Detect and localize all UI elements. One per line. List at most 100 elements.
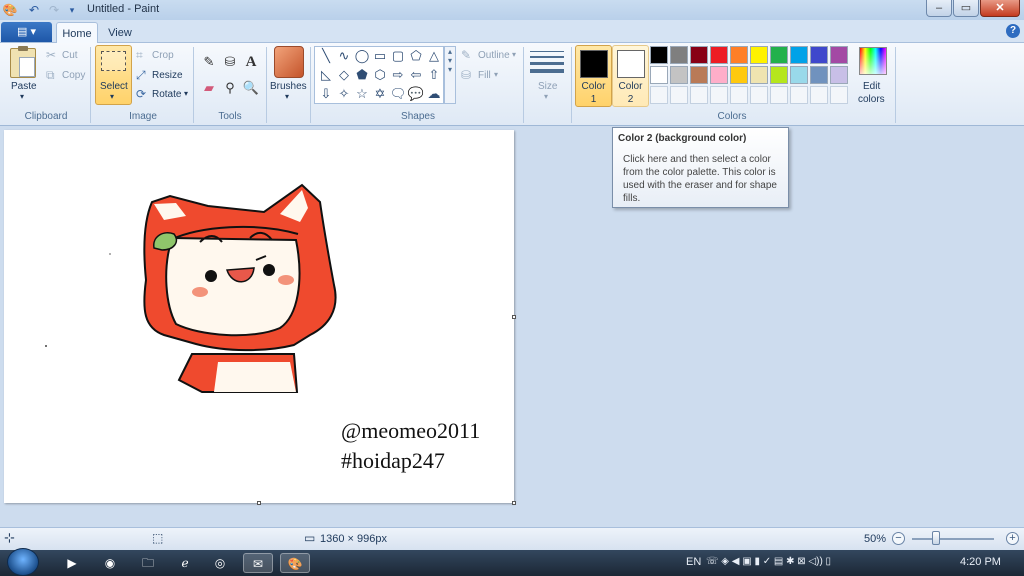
- paint-taskbar-icon[interactable]: 🎨: [280, 553, 310, 573]
- fill-bucket-icon[interactable]: ⛁: [221, 53, 239, 71]
- polygon-shape-icon[interactable]: ⬠: [407, 47, 425, 65]
- palette-swatch[interactable]: [730, 66, 748, 84]
- tab-view[interactable]: View: [102, 22, 138, 44]
- palette-swatch[interactable]: [710, 66, 728, 84]
- edit-colors-icon[interactable]: [859, 47, 887, 75]
- pencil-icon[interactable]: ✎: [200, 53, 218, 71]
- palette-empty-swatch[interactable]: [670, 86, 688, 104]
- palette-swatch[interactable]: [690, 46, 708, 64]
- palette-empty-swatch[interactable]: [770, 86, 788, 104]
- pentagon-shape-icon[interactable]: ⬟: [353, 66, 371, 84]
- palette-swatch[interactable]: [650, 46, 668, 64]
- palette-swatch[interactable]: [810, 66, 828, 84]
- rotate-button[interactable]: Rotate: [152, 89, 181, 100]
- tab-home[interactable]: Home: [56, 22, 98, 44]
- palette-empty-swatch[interactable]: [790, 86, 808, 104]
- clock[interactable]: 4:20 PM: [960, 556, 1001, 568]
- diamond-shape-icon[interactable]: ◇: [335, 66, 353, 84]
- size-icon[interactable]: [530, 47, 564, 77]
- color-picker-icon[interactable]: ⚲: [221, 79, 239, 97]
- zoom-in-button[interactable]: +: [1006, 532, 1019, 545]
- zalo-icon[interactable]: ✉: [243, 553, 273, 573]
- canvas-resize-handle-bottom[interactable]: [257, 501, 261, 505]
- help-icon[interactable]: ?: [1006, 24, 1020, 38]
- oval-callout-shape-icon[interactable]: 💬: [407, 85, 425, 103]
- palette-swatch[interactable]: [750, 46, 768, 64]
- curve-shape-icon[interactable]: ∿: [335, 47, 353, 65]
- tray-icons[interactable]: ☏ ◈ ◀ ▣ ▮ ✓ ▤ ✱ ⊠ ◁)) ▯: [706, 556, 831, 567]
- rounded-rectangle-shape-icon[interactable]: ▢: [389, 47, 407, 65]
- five-point-star-shape-icon[interactable]: ☆: [353, 85, 371, 103]
- redo-icon[interactable]: ↷: [46, 2, 62, 18]
- zoom-app-icon[interactable]: ◉: [95, 553, 125, 573]
- palette-swatch[interactable]: [750, 66, 768, 84]
- paint-app-icon[interactable]: 🎨: [2, 2, 18, 18]
- drawing-canvas[interactable]: @meomeo2011 #hoidap247: [4, 130, 514, 503]
- brushes-button[interactable]: Brushes: [270, 81, 307, 92]
- canvas-resize-handle-right[interactable]: [512, 315, 516, 319]
- outline-button[interactable]: Outline: [478, 50, 510, 61]
- crop-button[interactable]: Crop: [152, 50, 174, 61]
- palette-swatch[interactable]: [770, 66, 788, 84]
- quick-access-dropdown-icon[interactable]: ▾: [64, 2, 80, 18]
- select-dropdown-icon[interactable]: ▾: [110, 92, 114, 101]
- palette-swatch[interactable]: [830, 66, 848, 84]
- four-point-star-shape-icon[interactable]: ✧: [335, 85, 353, 103]
- right-triangle-shape-icon[interactable]: ◺: [317, 66, 335, 84]
- rotate-dropdown-icon[interactable]: ▾: [184, 89, 188, 98]
- maximize-button[interactable]: ▭: [953, 0, 979, 17]
- file-explorer-icon[interactable]: 🗀: [133, 553, 163, 573]
- paste-dropdown-icon[interactable]: ▾: [20, 92, 24, 101]
- canvas-resize-handle-corner[interactable]: [512, 501, 516, 505]
- chrome-icon[interactable]: ◎: [205, 553, 235, 573]
- start-button[interactable]: [7, 548, 39, 576]
- rectangle-shape-icon[interactable]: ▭: [371, 47, 389, 65]
- palette-empty-swatch[interactable]: [810, 86, 828, 104]
- palette-empty-swatch[interactable]: [730, 86, 748, 104]
- close-button[interactable]: ✕: [980, 0, 1020, 17]
- size-dropdown-icon[interactable]: ▾: [544, 92, 548, 101]
- size-button[interactable]: Size: [538, 81, 557, 92]
- resize-button[interactable]: Resize: [152, 70, 183, 81]
- line-shape-icon[interactable]: ╲: [317, 47, 335, 65]
- palette-swatch[interactable]: [710, 46, 728, 64]
- right-arrow-shape-icon[interactable]: ⇨: [389, 66, 407, 84]
- palette-empty-swatch[interactable]: [750, 86, 768, 104]
- rect-callout-shape-icon[interactable]: 🗨: [389, 85, 407, 103]
- color-1-button[interactable]: Color 1: [575, 45, 612, 107]
- undo-icon[interactable]: ↶: [26, 2, 42, 18]
- magnifier-icon[interactable]: 🔍: [242, 79, 260, 97]
- palette-swatch[interactable]: [650, 66, 668, 84]
- oval-shape-icon[interactable]: ◯: [353, 47, 371, 65]
- text-tool-icon[interactable]: A: [242, 53, 260, 71]
- palette-empty-swatch[interactable]: [710, 86, 728, 104]
- minimize-button[interactable]: –: [926, 0, 952, 17]
- palette-swatch[interactable]: [690, 66, 708, 84]
- triangle-shape-icon[interactable]: △: [425, 47, 443, 65]
- outline-dropdown-icon[interactable]: ▾: [512, 50, 516, 59]
- palette-swatch[interactable]: [830, 46, 848, 64]
- paste-icon[interactable]: [10, 46, 36, 78]
- paste-button[interactable]: Paste: [11, 81, 37, 92]
- zoom-slider-thumb[interactable]: [932, 531, 940, 545]
- shapes-scrollbar[interactable]: ▴ ▾ ▾: [444, 46, 456, 104]
- fill-button[interactable]: Fill: [478, 70, 491, 81]
- color-2-button[interactable]: Color 2: [612, 45, 649, 107]
- internet-explorer-icon[interactable]: ℯ: [170, 553, 200, 573]
- language-indicator[interactable]: EN: [686, 556, 701, 568]
- down-arrow-shape-icon[interactable]: ⇩: [317, 85, 335, 103]
- eraser-icon[interactable]: ▰: [200, 79, 218, 97]
- paint-menu-button[interactable]: ▤ ▾: [1, 22, 52, 42]
- edit-colors-label[interactable]: Edit: [863, 81, 880, 92]
- zoom-out-button[interactable]: −: [892, 532, 905, 545]
- palette-swatch[interactable]: [790, 66, 808, 84]
- palette-swatch[interactable]: [810, 46, 828, 64]
- copy-button[interactable]: Copy: [62, 70, 85, 81]
- palette-swatch[interactable]: [730, 46, 748, 64]
- cut-button[interactable]: Cut: [62, 50, 78, 61]
- fill-dropdown-icon[interactable]: ▾: [494, 70, 498, 79]
- zoom-slider-track[interactable]: [912, 538, 994, 540]
- media-player-icon[interactable]: ▶: [57, 553, 87, 573]
- six-point-star-shape-icon[interactable]: ✡: [371, 85, 389, 103]
- brushes-dropdown-icon[interactable]: ▾: [285, 92, 289, 101]
